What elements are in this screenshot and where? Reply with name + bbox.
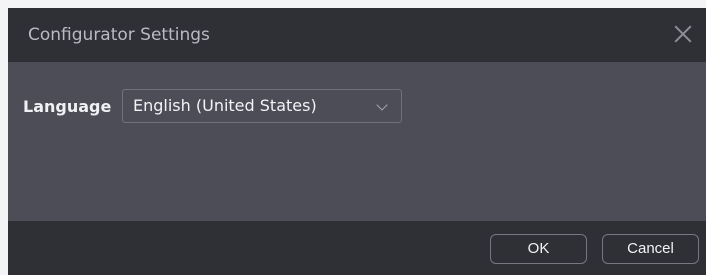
cancel-button[interactable]: Cancel (602, 234, 699, 264)
dialog-footer: OK Cancel (8, 221, 706, 275)
language-label: Language (23, 97, 112, 116)
ok-button[interactable]: OK (490, 234, 587, 264)
close-icon[interactable] (672, 23, 694, 45)
language-selected-value: English (United States) (133, 96, 317, 115)
dialog-content: Language English (United States) (8, 62, 706, 221)
dialog-title: Configurator Settings (28, 25, 210, 45)
dialog-title-bar: Configurator Settings (8, 8, 706, 62)
language-select[interactable]: English (United States) (122, 89, 402, 123)
chevron-down-icon (376, 99, 388, 111)
configurator-settings-dialog: Configurator Settings Language English (… (8, 8, 706, 275)
